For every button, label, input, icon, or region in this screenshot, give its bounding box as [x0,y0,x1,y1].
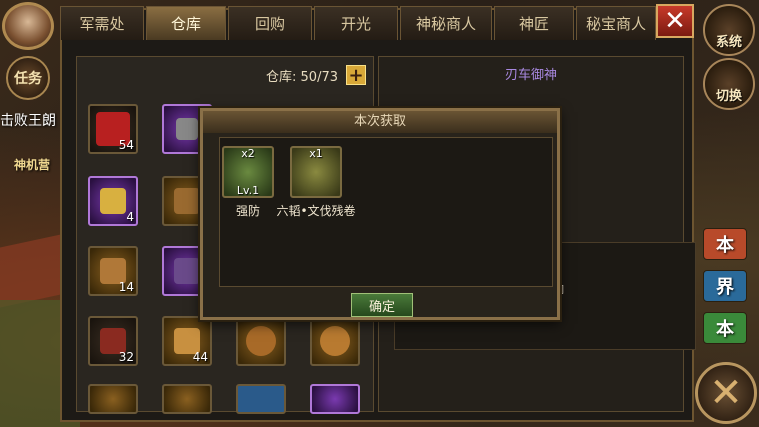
inventory-slot[interactable]: 44 [162,316,212,366]
item-detail-title: 刃车御神 [504,68,557,83]
slot-count: 44 [192,350,208,364]
switch-button[interactable]: 切换 [703,58,755,110]
reward-level: Lv.1 [236,184,260,197]
scroll-icon [174,188,200,214]
close-button[interactable]: ✕ [656,4,694,38]
shenji-label[interactable]: 神机营 [14,156,50,173]
task-label: 任务 [14,71,42,87]
emblem-icon [246,326,276,356]
inventory-slot[interactable] [236,316,286,366]
ore-icon [174,258,200,284]
reward-name: 六韬•文伐残卷 [276,204,356,218]
inventory-slot[interactable] [88,384,138,414]
confirm-button[interactable]: 确定 [351,293,413,317]
storage-count: 仓库: 50/73 [266,69,338,85]
ore-icon [176,118,198,140]
tab-shenmi[interactable]: 神秘商人 [400,6,492,40]
inventory-slot[interactable] [310,316,360,366]
tab-bar: 军需处 仓库 回购 开光 神秘商人 神匠 秘宝商人 [60,6,660,42]
slot-count: 14 [118,280,134,294]
reward-item-qiangfang[interactable]: x2 Lv.1 [222,146,274,198]
slot-count: 4 [126,210,134,224]
slot-count: 54 [118,138,134,152]
reward-list: x2 Lv.1 强防 x1 六韬•文伐残卷 [219,137,553,287]
tab-mibao[interactable]: 秘宝商人 [576,6,656,40]
inventory-slot[interactable]: 54 [88,104,138,154]
popup-title: 本次获取 [203,111,557,133]
reward-qty: x2 [241,147,255,160]
right-tab-1[interactable]: 本 [703,228,747,260]
quest-label[interactable]: 击败王朗 [0,110,64,130]
storage-bar: 仓库: 50/73 + [76,60,374,90]
switch-label: 切换 [715,89,742,104]
reward-name: 强防 [235,204,260,218]
inventory-slot[interactable]: 32 [88,316,138,366]
inventory-slot[interactable]: 14 [88,246,138,296]
right-tab-3[interactable]: 本 [703,312,747,344]
inventory-slot[interactable] [310,384,360,414]
reward-popup: 本次获取 x2 Lv.1 强防 x1 六韬•文伐残卷 确定 [200,108,560,320]
reward-qty: x1 [309,147,323,160]
inventory-slot[interactable] [162,384,212,414]
inventory-slot[interactable] [236,384,286,414]
emblem-icon [320,326,350,356]
tab-huigou[interactable]: 回购 [228,6,312,40]
reward-item-liutao[interactable]: x1 [290,146,342,198]
system-label: 系统 [715,35,742,50]
slot-count: 32 [118,350,134,364]
tab-cangku[interactable]: 仓库 [146,6,226,40]
system-button[interactable]: 系统 [703,4,755,56]
tab-kaiguang[interactable]: 开光 [314,6,398,40]
right-tab-2[interactable]: 界 [703,270,747,302]
expand-storage-button[interactable]: + [346,65,366,86]
task-button[interactable]: 任务 [6,56,50,100]
tab-junxu[interactable]: 军需处 [60,6,144,40]
main-close-icon[interactable]: ✕ [695,362,757,424]
player-avatar[interactable] [2,2,54,50]
inventory-slot[interactable]: 4 [88,176,138,226]
gold-icon [100,188,126,214]
tab-shenjiang[interactable]: 神匠 [494,6,574,40]
